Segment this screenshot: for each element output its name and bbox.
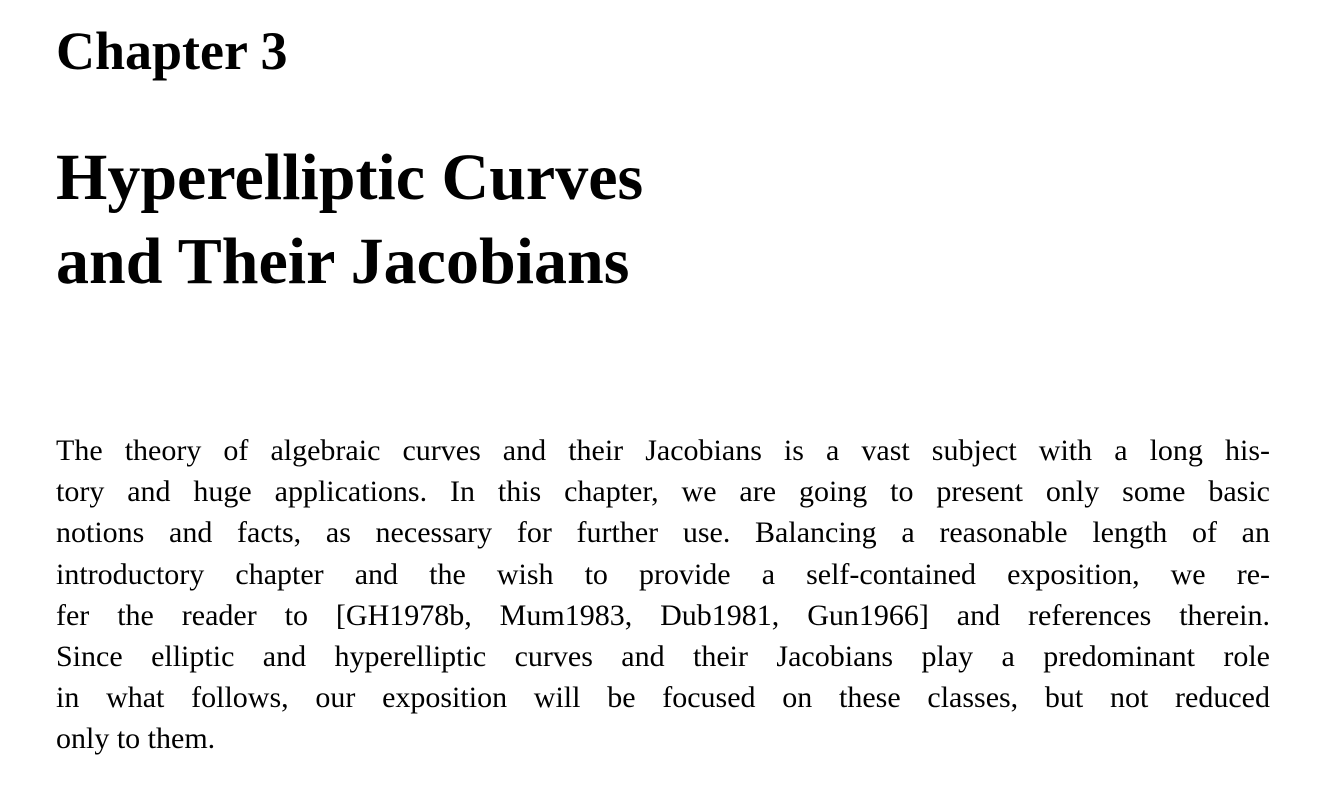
chapter-number: Chapter 3 [56,21,288,81]
chapter-title: Hyperelliptic Curves and Their Jacobians [56,136,816,304]
paragraph-line: tory and huge applications. In this chap… [56,475,1270,509]
paragraph-line: Since elliptic and hyperelliptic curves … [56,639,1270,673]
paragraph-line: introductory chapter and the wish to pro… [56,557,1270,591]
paragraph-line: fer the reader to [GH1978b, Mum1983, Dub… [56,598,1270,632]
intro-paragraph: The theory of algebraic curves and their… [56,430,1270,760]
chapter-title-line-1: Hyperelliptic Curves [56,141,644,214]
chapter-title-line-2: and Their Jacobians [56,225,630,298]
book-page: Chapter 3 Hyperelliptic Curves and Their… [0,0,1324,792]
paragraph-line: notions and facts, as necessary for furt… [56,516,1270,550]
paragraph-line: The theory of algebraic curves and their… [56,434,1270,467]
paragraph-line: in what follows, our exposition will be … [56,681,1270,715]
paragraph-line: only to them. [56,722,216,756]
